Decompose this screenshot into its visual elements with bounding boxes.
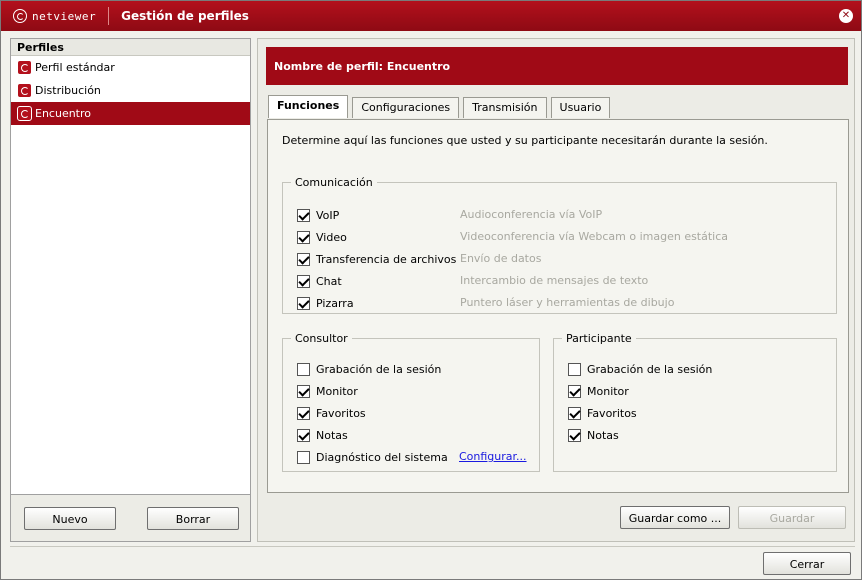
- consultor-favorites-label: Favoritos: [316, 406, 366, 420]
- chat-description: Intercambio de mensajes de texto: [460, 274, 649, 287]
- profile-item-label: Distribución: [35, 84, 101, 97]
- tab-configuraciones[interactable]: Configuraciones: [352, 97, 460, 118]
- consultor-legend: Consultor: [295, 332, 348, 345]
- close-window-button[interactable]: ✕: [839, 9, 853, 23]
- consultor-monitor-option[interactable]: Monitor: [297, 383, 358, 399]
- dialog-footer: Cerrar: [10, 546, 855, 576]
- voip-label: VoIP: [316, 208, 340, 222]
- consultor-monitor-label: Monitor: [316, 384, 358, 398]
- consultor-notes-label: Notas: [316, 428, 348, 442]
- consultor-diagnostics-checkbox[interactable]: [297, 450, 310, 464]
- voip-description: Audioconferencia vía VoIP: [460, 208, 603, 221]
- participante-monitor-option[interactable]: Monitor: [568, 383, 629, 399]
- file-transfer-checkbox[interactable]: [297, 252, 310, 266]
- participante-group: Participante Grabación de la sesión Moni…: [553, 332, 837, 472]
- profiles-list-header: Perfiles: [11, 39, 250, 56]
- profile-details: Nombre de perfil: Encuentro Funciones Co…: [257, 38, 855, 542]
- voip-option[interactable]: VoIP: [297, 207, 339, 223]
- pizarra-option[interactable]: Pizarra: [297, 295, 354, 311]
- consultor-diagnostics-label: Diagnóstico del sistema: [316, 450, 448, 464]
- profile-item-encuentro[interactable]: Encuentro: [11, 102, 250, 125]
- pizarra-label: Pizarra: [316, 296, 354, 310]
- profile-item-distribucion[interactable]: Distribución: [11, 79, 250, 102]
- pizarra-description: Puntero láser y herramientas de dibujo: [460, 296, 675, 309]
- profile-name-header: Nombre de perfil: Encuentro: [266, 47, 848, 85]
- brand: netviewer: [1, 1, 96, 31]
- participante-notes-option[interactable]: Notas: [568, 427, 619, 443]
- file-transfer-label: Transferencia de archivos: [316, 252, 457, 266]
- new-profile-button[interactable]: Nuevo: [24, 507, 116, 530]
- consultor-notes-checkbox[interactable]: [297, 428, 310, 442]
- tab-usuario[interactable]: Usuario: [550, 97, 611, 118]
- consultor-recording-option[interactable]: Grabación de la sesión: [297, 361, 441, 377]
- profile-icon: [17, 83, 32, 98]
- save-as-button[interactable]: Guardar como ...: [620, 506, 730, 529]
- file-transfer-option[interactable]: Transferencia de archivos: [297, 251, 456, 267]
- consultor-recording-checkbox[interactable]: [297, 362, 310, 376]
- configure-link[interactable]: Configurar...: [459, 450, 527, 463]
- participante-favorites-label: Favoritos: [587, 406, 637, 420]
- intro-text: Determine aquí las funciones que usted y…: [282, 134, 768, 147]
- tab-transmision[interactable]: Transmisión: [463, 97, 547, 118]
- profile-manager-window: netviewer Gestión de perfiles ✕ Perfiles…: [0, 0, 862, 580]
- consultor-recording-label: Grabación de la sesión: [316, 362, 442, 376]
- tab-funciones[interactable]: Funciones: [268, 95, 349, 118]
- window-title: Gestión de perfiles: [121, 9, 249, 23]
- consultor-favorites-option[interactable]: Favoritos: [297, 405, 366, 421]
- participante-notes-label: Notas: [587, 428, 619, 442]
- participante-monitor-checkbox[interactable]: [568, 384, 581, 398]
- participante-legend: Participante: [566, 332, 632, 345]
- participante-recording-checkbox[interactable]: [568, 362, 581, 376]
- brand-name: netviewer: [32, 9, 97, 23]
- tab-bar: Funciones Configuraciones Transmisión Us…: [268, 95, 614, 118]
- consultor-group: Consultor Grabación de la sesión Monitor…: [282, 332, 540, 472]
- netviewer-logo-icon: [13, 9, 27, 23]
- participante-favorites-checkbox[interactable]: [568, 406, 581, 420]
- chat-label: Chat: [316, 274, 342, 288]
- delete-profile-button[interactable]: Borrar: [147, 507, 239, 530]
- video-option[interactable]: Video: [297, 229, 347, 245]
- participante-recording-option[interactable]: Grabación de la sesión: [568, 361, 712, 377]
- chat-checkbox[interactable]: [297, 274, 310, 288]
- profiles-list-footer: Nuevo Borrar: [10, 495, 251, 542]
- chat-option[interactable]: Chat: [297, 273, 342, 289]
- funciones-panel: Determine aquí las funciones que usted y…: [267, 119, 849, 493]
- consultor-notes-option[interactable]: Notas: [297, 427, 348, 443]
- consultor-favorites-checkbox[interactable]: [297, 406, 310, 420]
- voip-checkbox[interactable]: [297, 208, 310, 222]
- participante-favorites-option[interactable]: Favoritos: [568, 405, 637, 421]
- save-button[interactable]: Guardar: [738, 506, 846, 529]
- participante-notes-checkbox[interactable]: [568, 428, 581, 442]
- file-transfer-description: Envío de datos: [460, 252, 542, 265]
- video-description: Videoconferencia vía Webcam o imagen est…: [460, 230, 729, 243]
- video-label: Video: [316, 230, 347, 244]
- comunicacion-legend: Comunicación: [295, 176, 373, 189]
- comunicacion-group: Comunicación VoIP Video Transferencia de…: [282, 176, 837, 314]
- consultor-monitor-checkbox[interactable]: [297, 384, 310, 398]
- pizarra-checkbox[interactable]: [297, 296, 310, 310]
- profile-icon: [17, 60, 32, 75]
- profile-item-perfil-estandar[interactable]: Perfil estándar: [11, 56, 250, 79]
- video-checkbox[interactable]: [297, 230, 310, 244]
- participante-recording-label: Grabación de la sesión: [587, 362, 713, 376]
- title-separator: [108, 7, 110, 25]
- consultor-diagnostics-option[interactable]: Diagnóstico del sistema: [297, 449, 448, 465]
- profile-icon: [17, 106, 32, 121]
- participante-monitor-label: Monitor: [587, 384, 629, 398]
- profile-item-label: Perfil estándar: [35, 61, 115, 74]
- profile-item-label: Encuentro: [35, 107, 92, 120]
- title-bar: netviewer Gestión de perfiles ✕: [1, 1, 861, 31]
- profiles-list: Perfiles Perfil estándar Distribución En…: [10, 38, 251, 495]
- close-button[interactable]: Cerrar: [763, 552, 851, 575]
